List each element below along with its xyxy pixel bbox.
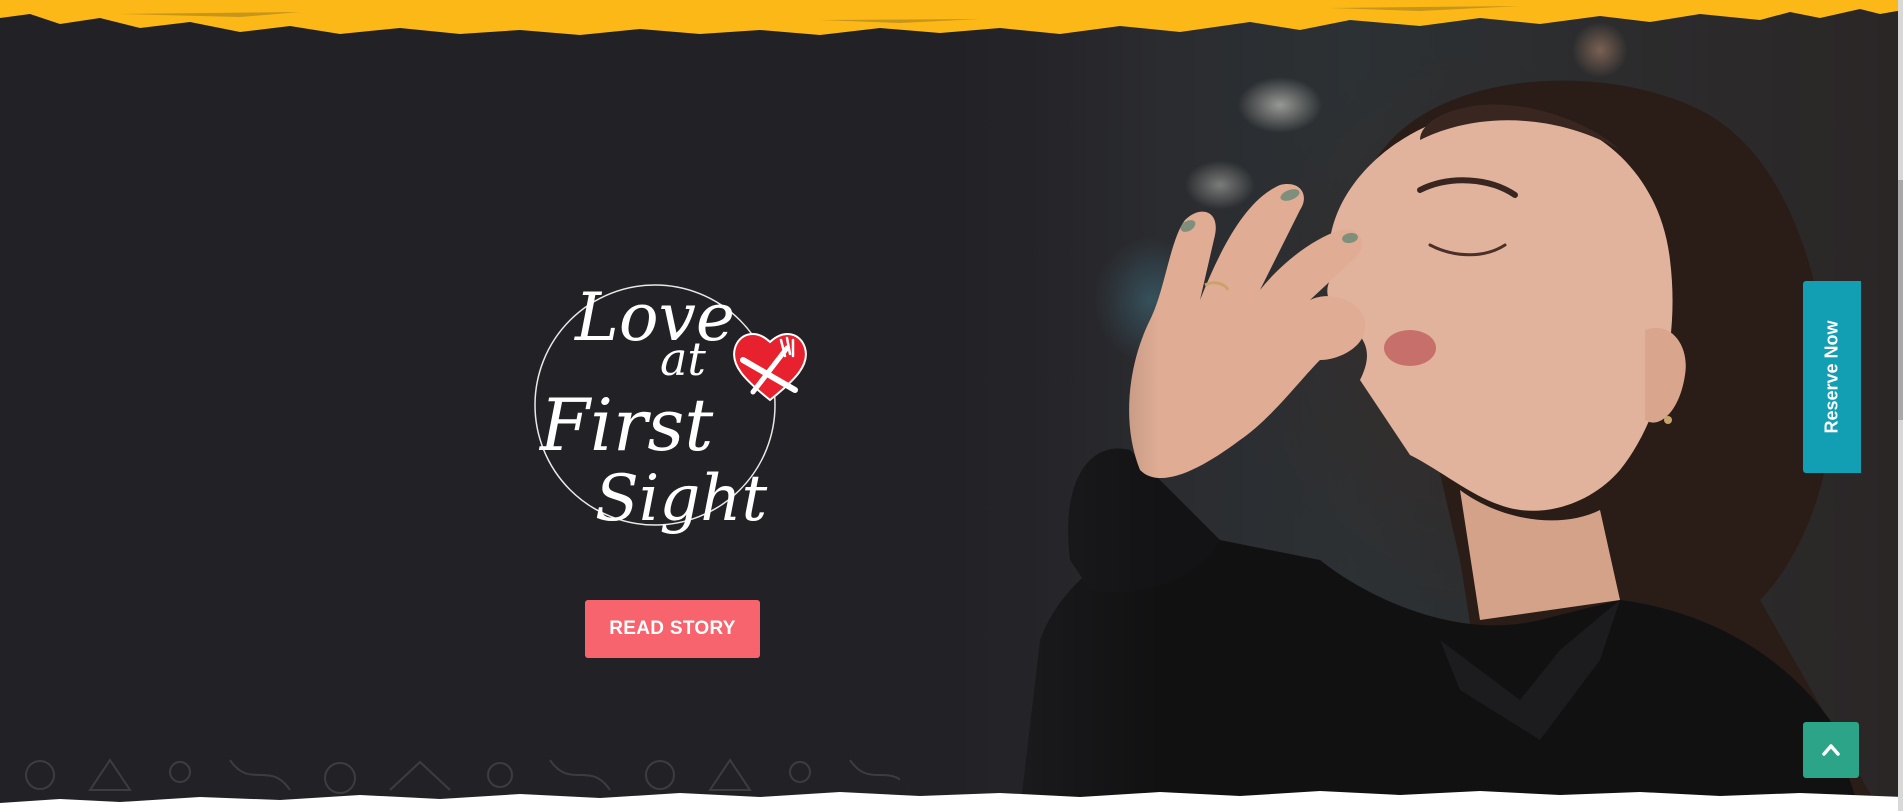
reserve-now-tab[interactable]: Reserve Now [1803, 281, 1861, 473]
read-story-button[interactable]: READ STORY [585, 600, 760, 658]
logo-line-love: Love [574, 279, 735, 356]
photo-edge-fade [900, 0, 1160, 811]
logo-line-sight: Sight [595, 462, 768, 536]
heart-fork-knife-icon [733, 333, 807, 402]
logo-line-first: First [538, 383, 714, 467]
bottom-brush-band [0, 791, 1903, 811]
chevron-up-icon [1822, 744, 1840, 756]
logo-line-at: at [660, 332, 706, 386]
top-brush-band [0, 0, 1903, 35]
hero-section: Love at First Sight READ STORY Reserve N… [0, 0, 1903, 811]
scrollbar-thumb[interactable] [1898, 180, 1903, 420]
back-to-top-button[interactable] [1803, 722, 1859, 778]
reserve-now-label: Reserve Now [1821, 320, 1842, 434]
love-at-first-sight-logo: Love at First Sight [520, 245, 820, 555]
